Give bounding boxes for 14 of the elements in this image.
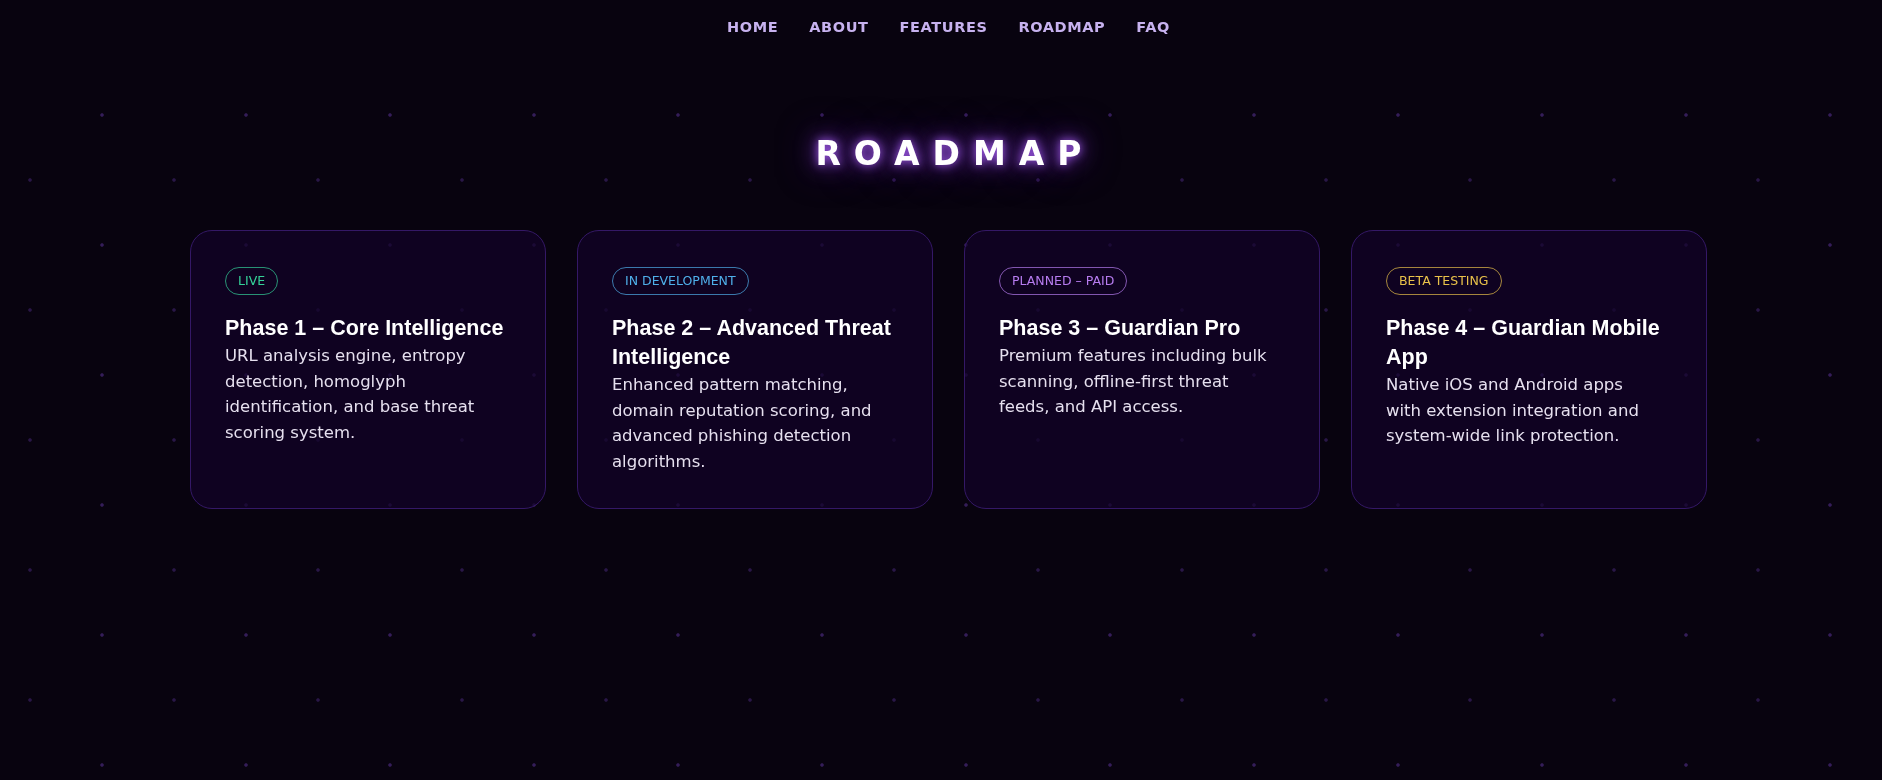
section-title: ROADMAP (815, 134, 1095, 174)
nav-link[interactable]: ROADMAP (1018, 19, 1106, 35)
phase-description: URL analysis engine, entropy detection, homoglyph identification, and base threat scoring system. (225, 345, 476, 445)
phase-title: Phase 2 – Advanced Threat Intelligence (612, 315, 892, 371)
phase-description: Native iOS and Android apps with extension integration and system-wide link protection. (1386, 374, 1640, 448)
phase-description: Enhanced pattern matching, domain reputation scoring, and advanced phishing detection algorithms. (612, 374, 873, 474)
nav-link[interactable]: ABOUT (809, 19, 869, 35)
phase-title: Phase 3 – Guardian Pro (999, 315, 1242, 342)
nav-link[interactable]: HOME (727, 19, 779, 35)
phase-description: Premium features including bulk scanning, offline-first threat feeds, and API access. (999, 345, 1268, 419)
phase-title: Phase 4 – Guardian Mobile App (1386, 315, 1661, 371)
nav-link[interactable]: FEATURES (899, 19, 988, 35)
phase-title: Phase 1 – Core Intelligence (225, 315, 505, 342)
nav-link[interactable]: FAQ (1136, 19, 1170, 35)
